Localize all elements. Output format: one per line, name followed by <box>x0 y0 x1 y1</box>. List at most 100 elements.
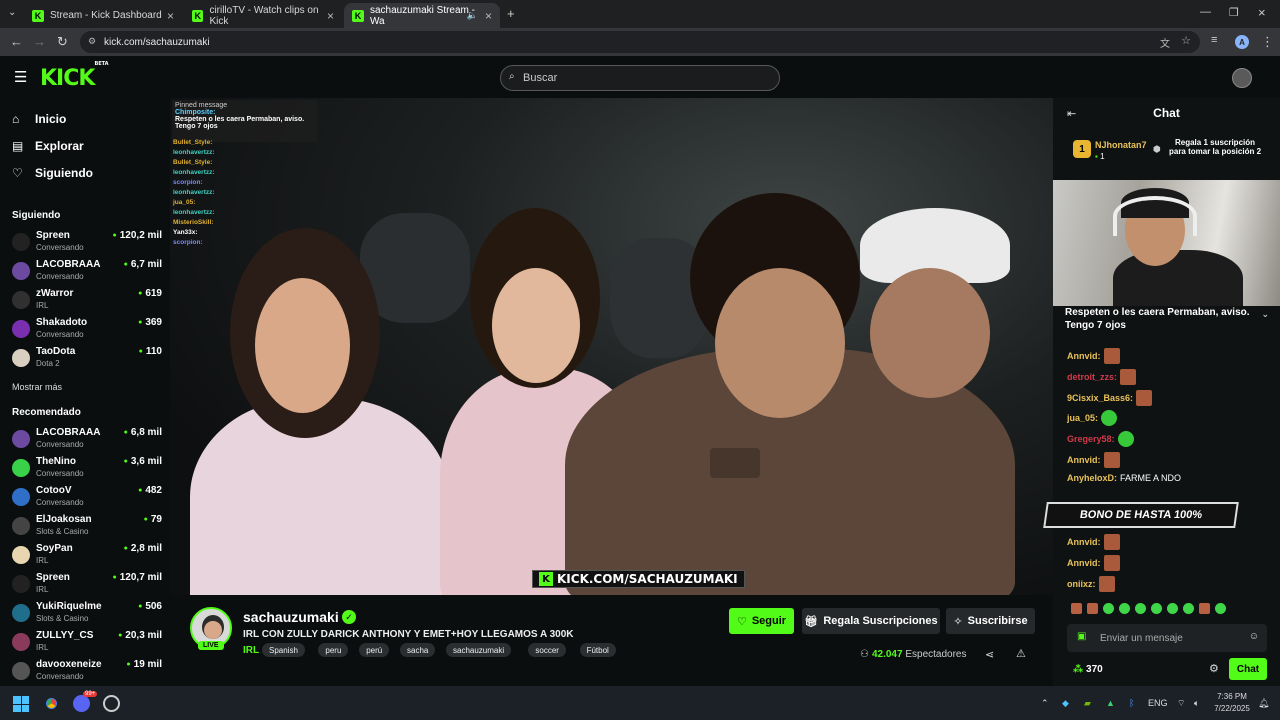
bluetooth-icon[interactable]: ᛒ <box>1129 698 1134 708</box>
follow-button[interactable]: ♡ Seguir <box>729 608 794 634</box>
chrome-icon[interactable] <box>43 695 60 712</box>
sidebar-item-explorar[interactable]: ▤ Explorar <box>12 139 84 153</box>
channel-name[interactable]: sachauzumaki <box>243 609 339 625</box>
volume-icon[interactable]: 🔈︎ <box>1194 698 1199 709</box>
input-language[interactable]: ENG <box>1148 698 1168 708</box>
clock[interactable]: 7:36 PM 7/22/2025 <box>1212 691 1252 715</box>
channel-row[interactable]: TaoDota Dota 2 110 <box>12 346 162 374</box>
channel-row[interactable]: Spreen Conversando 120,2 mil <box>12 230 162 258</box>
stream-tag[interactable]: sacha <box>400 643 436 657</box>
channel-row[interactable]: Shakadoto Conversando 369 <box>12 317 162 345</box>
emote-icon[interactable] <box>1167 603 1178 614</box>
emote-icon[interactable] <box>1199 603 1210 614</box>
bookmark-star-icon[interactable]: ☆ <box>1181 34 1191 47</box>
chat-username[interactable]: detroit_zzs: <box>1067 372 1117 382</box>
chat-message-input[interactable]: ▣ Enviar un mensaje ☺ <box>1067 624 1267 652</box>
profile-avatar[interactable]: A <box>1235 35 1249 49</box>
channel-row[interactable]: ElJoakosan Slots & Casino 79 <box>12 514 162 542</box>
emote-icon[interactable] <box>1215 603 1226 614</box>
hamburger-menu-icon[interactable]: ☰ <box>14 68 27 86</box>
chat-username[interactable]: Annvid: <box>1067 558 1101 568</box>
stream-tag[interactable]: Fútbol <box>579 643 616 657</box>
nvidia-icon[interactable]: ▰ <box>1084 698 1091 709</box>
chat-username[interactable]: 9Cisxix_Bass6: <box>1067 393 1133 403</box>
channel-row[interactable]: davooxeneize Conversando 19 mil <box>12 659 162 687</box>
sidebar-item-siguiendo[interactable]: ♡ Siguiendo <box>12 166 93 180</box>
menu-kebab-icon[interactable]: ⋮ <box>1261 34 1274 50</box>
show-more-link[interactable]: Mostrar más <box>12 382 62 392</box>
chat-username[interactable]: Annvid: <box>1067 455 1101 465</box>
tab-kick-dashboard[interactable]: K Stream - Kick Dashboard × <box>24 3 182 28</box>
chat-username[interactable]: Annvid: <box>1067 537 1101 547</box>
channel-row[interactable]: ZULLYY_CS IRL 20,3 mil <box>12 630 162 658</box>
stream-tag[interactable]: Spanish <box>262 643 305 657</box>
send-chat-button[interactable]: Chat <box>1229 658 1267 680</box>
emote-icon[interactable] <box>1087 603 1098 614</box>
address-input[interactable]: ⚙ kick.com/sachauzumaki 文 ☆ <box>80 31 1200 53</box>
gift-icon[interactable]: ▣ <box>1077 631 1086 642</box>
gear-icon[interactable]: ⚙ <box>1209 662 1219 675</box>
forward-icon[interactable]: → <box>33 34 46 49</box>
share-icon[interactable]: ⋖ <box>985 648 994 661</box>
minimize-icon[interactable]: — <box>1200 6 1211 18</box>
kick-logo[interactable]: KICKBETA <box>40 61 109 91</box>
stream-tag[interactable]: peru <box>318 643 349 657</box>
new-tab-icon[interactable]: + <box>507 6 515 21</box>
translate-icon[interactable]: 文 <box>1160 35 1170 50</box>
close-icon[interactable]: × <box>485 9 492 23</box>
subscribe-button[interactable]: ✧ Suscribirse <box>946 608 1035 634</box>
reading-list-icon[interactable]: ≡ <box>1211 34 1217 46</box>
site-info-icon[interactable]: ⚙ <box>88 36 96 47</box>
channel-row[interactable]: LACOBRAAA Conversando 6,7 mil <box>12 259 162 287</box>
emote-icon[interactable] <box>1119 603 1130 614</box>
stream-tag[interactable]: perú <box>359 643 390 657</box>
report-icon[interactable]: ⚠ <box>1016 647 1026 660</box>
search-input[interactable]: ⌕ Buscar <box>500 65 780 91</box>
tab-search-icon[interactable]: ⌄ <box>8 7 16 18</box>
emote-icon[interactable] <box>1183 603 1194 614</box>
channel-row[interactable]: Spreen IRL 120,7 mil <box>12 572 162 600</box>
sidebar-item-inicio[interactable]: ⌂ Inicio <box>12 112 66 126</box>
channel-row[interactable]: SoyPan IRL 2,8 mil <box>12 543 162 571</box>
channel-row[interactable]: CotooV Conversando 482 <box>12 485 162 513</box>
notifications-icon[interactable]: 🔔︎ <box>1258 698 1269 709</box>
channel-row[interactable]: LACOBRAAA Conversando 6,8 mil <box>12 427 162 455</box>
close-icon[interactable]: × <box>327 9 334 23</box>
chat-username[interactable]: Annvid: <box>1067 351 1101 361</box>
tray-chevron-icon[interactable]: ⌃ <box>1041 698 1049 709</box>
stream-tag[interactable]: soccer <box>528 643 566 657</box>
chat-username[interactable]: oniixz: <box>1067 579 1096 589</box>
channel-points[interactable]: ⁂ 370 <box>1073 664 1103 675</box>
video-player[interactable]: Pinned message Chimposite: Respeten o le… <box>170 98 1053 595</box>
top-gifter-name[interactable]: NJhonatan7 <box>1095 140 1147 150</box>
emote-icon[interactable] <box>1135 603 1146 614</box>
network-app-icon[interactable]: ◆ <box>1062 698 1069 709</box>
tab-cirillotv-clips[interactable]: K cirilloTV - Watch clips on Kick × <box>184 3 342 28</box>
category-link[interactable]: IRL <box>243 645 259 656</box>
emote-icon[interactable] <box>1151 603 1162 614</box>
back-icon[interactable]: ← <box>10 34 23 49</box>
tab-sachauzumaki-stream[interactable]: K sachauzumaki Stream - Wa 🔈 × <box>344 3 500 28</box>
reload-icon[interactable]: ↻ <box>57 34 68 50</box>
close-icon[interactable]: × <box>167 9 174 23</box>
restore-icon[interactable]: ❐ <box>1229 6 1239 19</box>
wifi-icon[interactable]: ⌔ <box>1177 698 1185 709</box>
promo-banner[interactable]: BONO DE HASTA 100% <box>1043 502 1239 528</box>
emote-icon[interactable] <box>1103 603 1114 614</box>
window-close-icon[interactable]: × <box>1258 5 1266 20</box>
chat-username[interactable]: jua_05: <box>1067 413 1098 423</box>
channel-row[interactable]: YukiRiquelme Slots & Casino 506 <box>12 601 162 629</box>
user-avatar[interactable] <box>1232 68 1252 88</box>
chat-username[interactable]: AnyheloxD: <box>1067 473 1117 483</box>
discord-icon[interactable] <box>73 695 90 712</box>
channel-row[interactable]: zWarror IRL 619 <box>12 288 162 316</box>
chevron-down-icon[interactable]: ⌄ <box>1261 308 1269 321</box>
app-icon[interactable] <box>103 695 120 712</box>
chat-username[interactable]: Gregery58: <box>1067 434 1115 444</box>
app-tray-icon[interactable]: ▲ <box>1106 698 1115 708</box>
stream-tag[interactable]: sachauzumaki <box>446 643 512 657</box>
gift-prompt[interactable]: Regala 1 suscripción para tomar la posic… <box>1167 138 1263 156</box>
windows-start-icon[interactable] <box>13 696 29 712</box>
channel-row[interactable]: TheNino Conversando 3,6 mil <box>12 456 162 484</box>
gift-subs-button[interactable]: 🎁︎ Regala Suscripciones <box>802 608 940 634</box>
